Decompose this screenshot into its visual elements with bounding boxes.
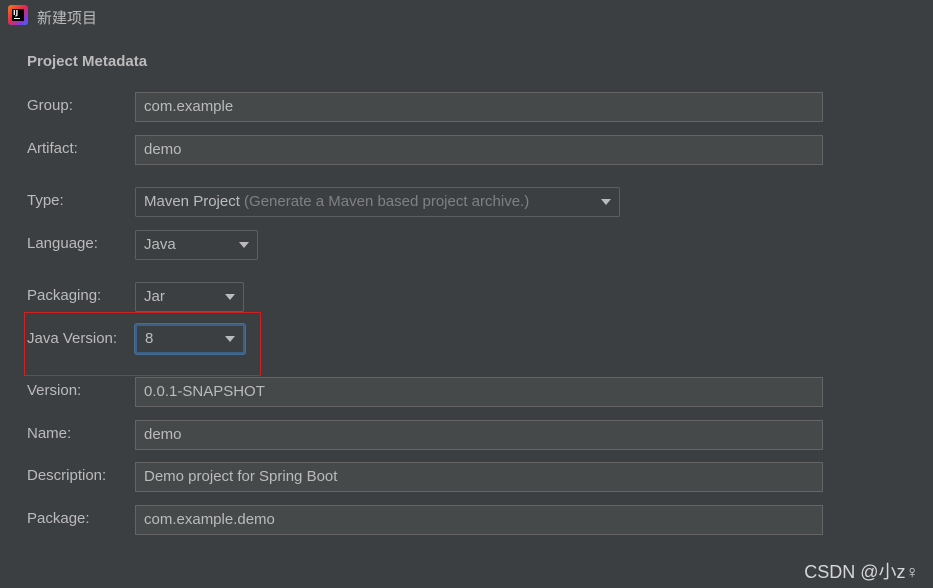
chevron-down-icon — [601, 199, 611, 205]
java-version-select[interactable]: 8 — [135, 324, 245, 354]
artifact-label: Artifact: — [27, 140, 78, 157]
description-label: Description: — [27, 467, 107, 484]
name-label: Name: — [27, 425, 72, 442]
watermark: CSDN @小z♀ — [804, 562, 919, 582]
language-select-value: Java — [144, 236, 176, 253]
title-bar: IJ 新建项目 — [0, 0, 933, 32]
window-title: 新建项目 — [37, 10, 98, 27]
java-version-label: Java Version: — [27, 330, 118, 347]
language-select[interactable]: Java — [135, 230, 258, 260]
type-label: Type: — [27, 192, 64, 209]
packaging-select-value: Jar — [144, 288, 165, 305]
description-input[interactable]: Demo project for Spring Boot — [135, 462, 823, 492]
group-input[interactable]: com.example — [135, 92, 823, 122]
java-version-select-value: 8 — [145, 330, 154, 347]
language-label: Language: — [27, 235, 98, 252]
intellij-idea-icon: IJ — [8, 5, 28, 25]
type-select-value: Maven Project — [144, 193, 240, 210]
type-select-hint: (Generate a Maven based project archive.… — [244, 193, 530, 210]
version-label: Version: — [27, 382, 82, 399]
package-label: Package: — [27, 510, 90, 527]
group-label: Group: — [27, 97, 73, 114]
chevron-down-icon — [225, 336, 235, 342]
artifact-input[interactable]: demo — [135, 135, 823, 165]
chevron-down-icon — [239, 242, 249, 248]
section-title: Project Metadata — [27, 53, 148, 70]
packaging-label: Packaging: — [27, 287, 102, 304]
name-input[interactable]: demo — [135, 420, 823, 450]
type-select[interactable]: Maven Project (Generate a Maven based pr… — [135, 187, 620, 217]
version-input[interactable]: 0.0.1-SNAPSHOT — [135, 377, 823, 407]
package-input[interactable]: com.example.demo — [135, 505, 823, 535]
packaging-select[interactable]: Jar — [135, 282, 244, 312]
chevron-down-icon — [225, 294, 235, 300]
